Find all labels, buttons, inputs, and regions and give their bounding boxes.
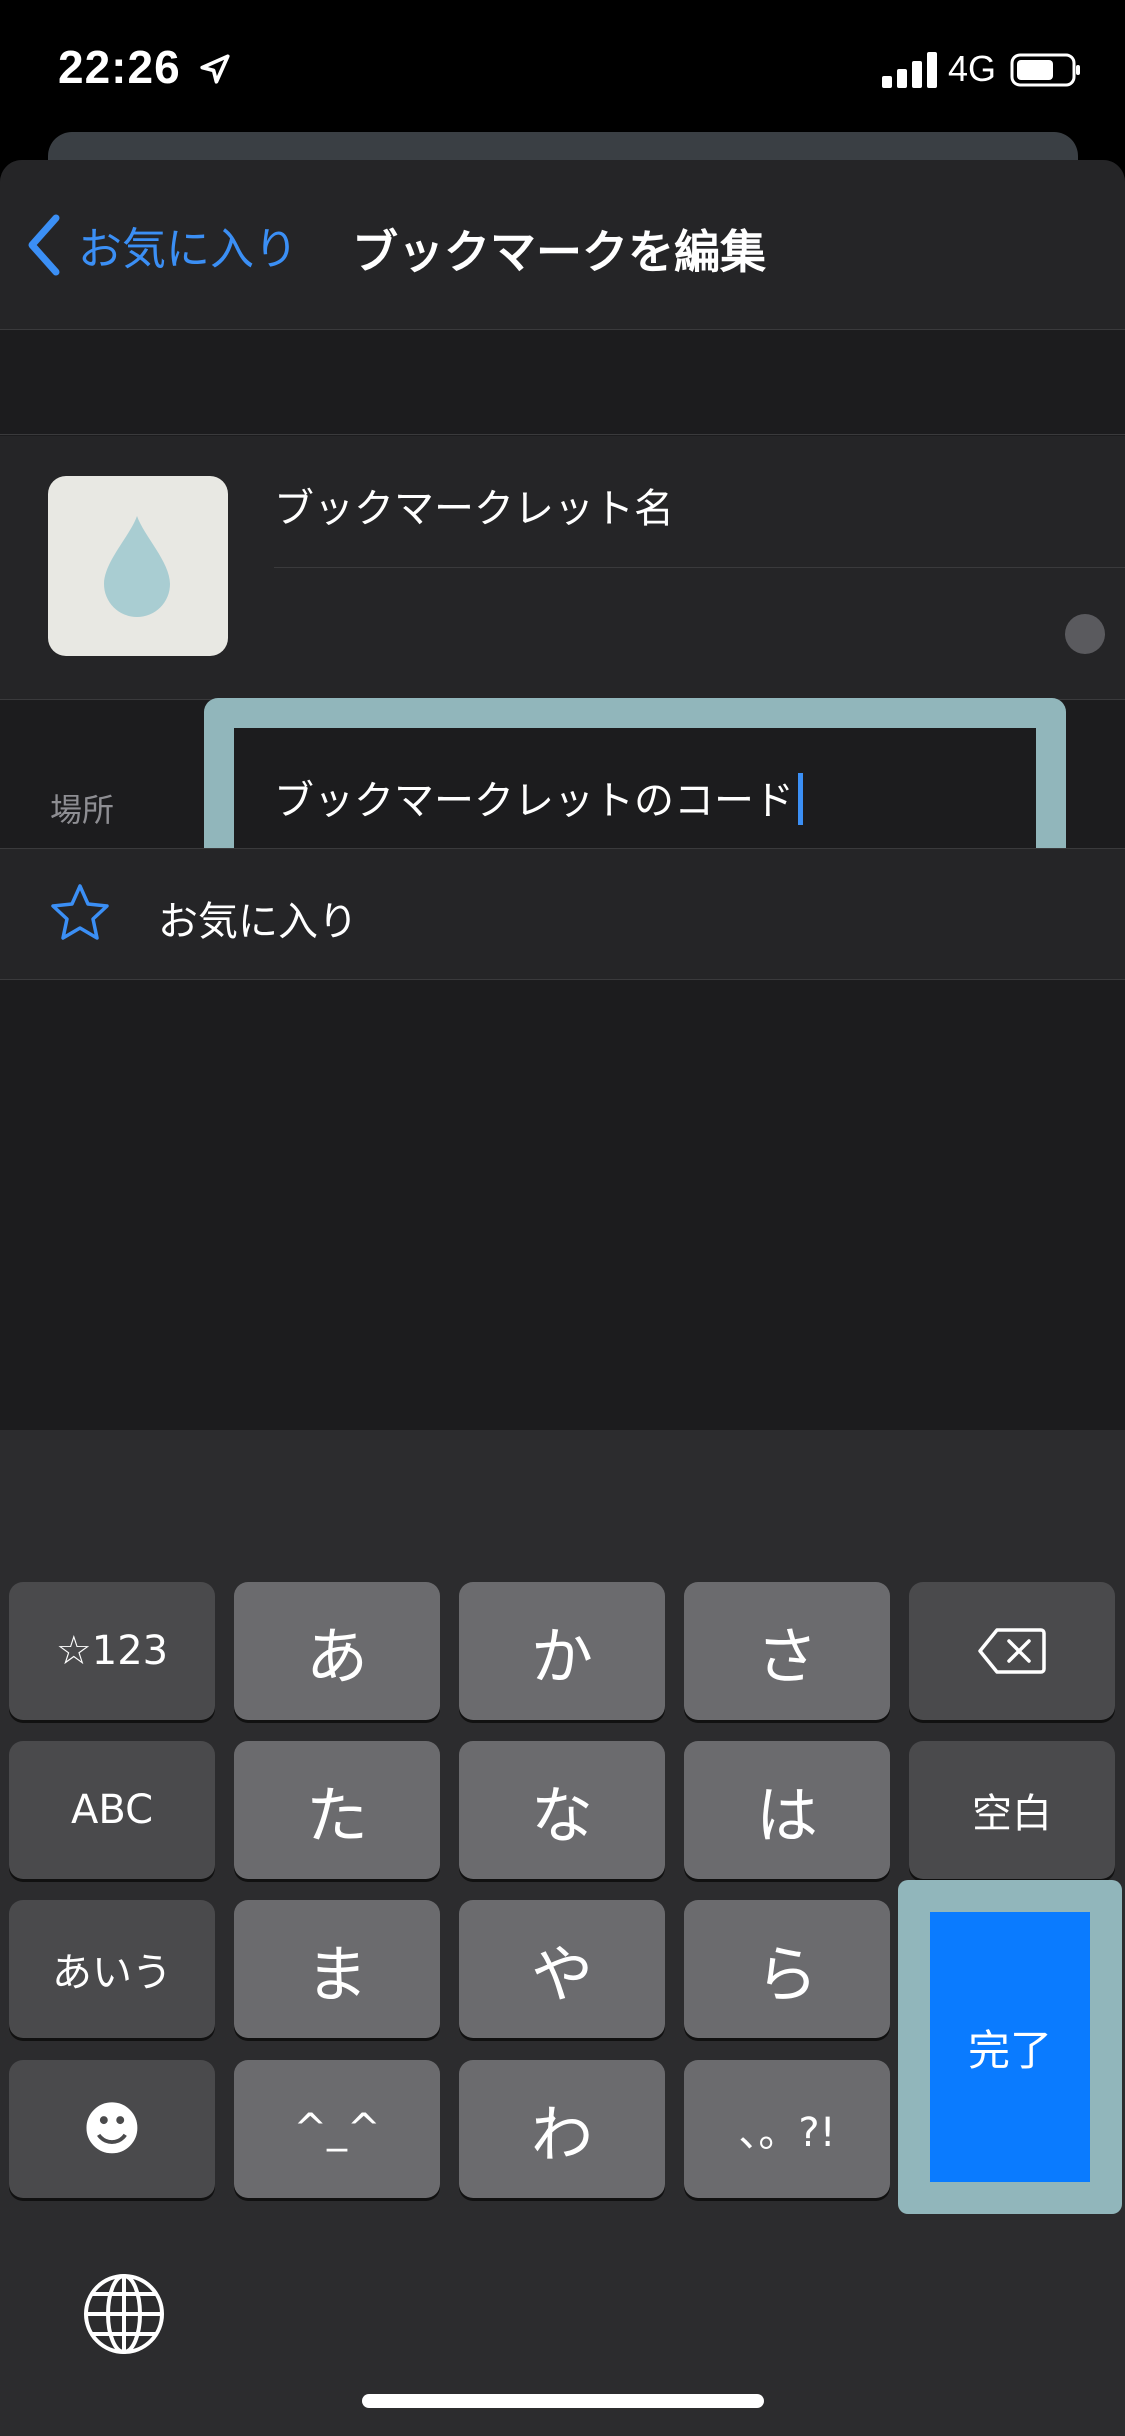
status-time: 22:26 <box>58 41 181 93</box>
key-abc[interactable]: ABC <box>9 1741 215 1879</box>
home-indicator[interactable] <box>362 2394 764 2408</box>
done-key-highlight: 完了 <box>898 1880 1122 2214</box>
key-label: な <box>530 1779 593 1852</box>
key-ta[interactable]: た <box>234 1741 440 1879</box>
key-symbols-123[interactable]: ☆123 <box>9 1582 215 1720</box>
key-kana-mode[interactable]: あいう <box>9 1900 215 2038</box>
key-label: や <box>530 1938 593 2011</box>
key-ya[interactable]: や <box>459 1900 665 2038</box>
chevron-left-icon <box>28 214 60 276</box>
globe-icon[interactable] <box>82 2272 166 2356</box>
delete-backspace-icon <box>978 1628 1046 1674</box>
key-punctuation[interactable]: 、。?! <box>684 2060 890 2198</box>
code-field-row <box>274 568 1125 700</box>
key-ka[interactable]: か <box>459 1582 665 1720</box>
key-ha[interactable]: は <box>684 1741 890 1879</box>
key-label: 完了 <box>967 2025 1052 2075</box>
navigation-bar: お気に入り ブックマークを編集 <box>0 160 1125 330</box>
key-space[interactable]: 空白 <box>909 1741 1115 1879</box>
battery-icon <box>1010 53 1080 87</box>
key-label: か <box>530 1620 593 1693</box>
code-field[interactable]: ブックマークレットのコード <box>234 728 1036 862</box>
location-arrow-icon <box>200 54 230 84</box>
key-label: あ <box>305 1620 368 1693</box>
key-a[interactable]: あ <box>234 1582 440 1720</box>
key-label: さ <box>755 1620 818 1693</box>
key-label: は <box>755 1779 818 1852</box>
key-wa[interactable]: わ <box>459 2060 665 2198</box>
bookmark-form: ブックマークレット名 <box>0 436 1125 700</box>
key-label: ら <box>755 1938 818 2011</box>
key-emoji[interactable]: ☻ <box>9 2060 215 2198</box>
key-ra[interactable]: ら <box>684 1900 890 2038</box>
bookmark-icon-tile <box>48 476 228 656</box>
key-label: わ <box>530 2098 593 2171</box>
key-ma[interactable]: ま <box>234 1900 440 2038</box>
clear-text-icon[interactable] <box>1065 614 1105 654</box>
name-field[interactable]: ブックマークレット名 <box>274 436 1125 568</box>
page-title: ブックマークを編集 <box>352 225 766 279</box>
key-kaomoji[interactable]: ^_^ <box>234 2060 440 2198</box>
emoji-icon: ☻ <box>81 2095 143 2163</box>
text-cursor <box>798 773 803 825</box>
key-label: た <box>305 1779 368 1852</box>
location-section-label: 場所 <box>50 791 115 829</box>
section-spacer <box>0 331 1125 435</box>
key-sa[interactable]: さ <box>684 1582 890 1720</box>
network-type: 4G <box>948 48 997 89</box>
key-label: あいう <box>52 1950 172 1996</box>
key-label: ^_^ <box>293 2106 381 2152</box>
key-label: ま <box>305 1938 368 2011</box>
back-button[interactable]: お気に入り <box>24 210 298 280</box>
japanese-keyboard: ☆123 あ か さ ABC た な は 空白 あいう ま や ら ☻ ^_^ … <box>0 1430 1125 2436</box>
key-na[interactable]: な <box>459 1741 665 1879</box>
status-bar: 22:26 4G <box>0 0 1125 140</box>
code-field-value: ブックマークレットのコード <box>274 778 794 824</box>
key-label: ABC <box>70 1787 154 1833</box>
water-drop-icon <box>104 516 170 617</box>
done-key[interactable]: 完了 <box>930 1912 1090 2182</box>
back-label: お気に入り <box>78 224 298 275</box>
location-row-favorites[interactable]: お気に入り <box>0 848 1125 980</box>
key-delete[interactable] <box>909 1582 1115 1720</box>
location-folder-name: お気に入り <box>158 899 358 945</box>
cellular-signal-icon <box>882 52 937 88</box>
key-label: ☆123 <box>55 1628 169 1674</box>
name-field-value: ブックマークレット名 <box>274 486 674 532</box>
key-label: 空白 <box>972 1791 1052 1837</box>
key-label: 、。?! <box>738 2110 836 2156</box>
star-icon <box>51 884 109 940</box>
